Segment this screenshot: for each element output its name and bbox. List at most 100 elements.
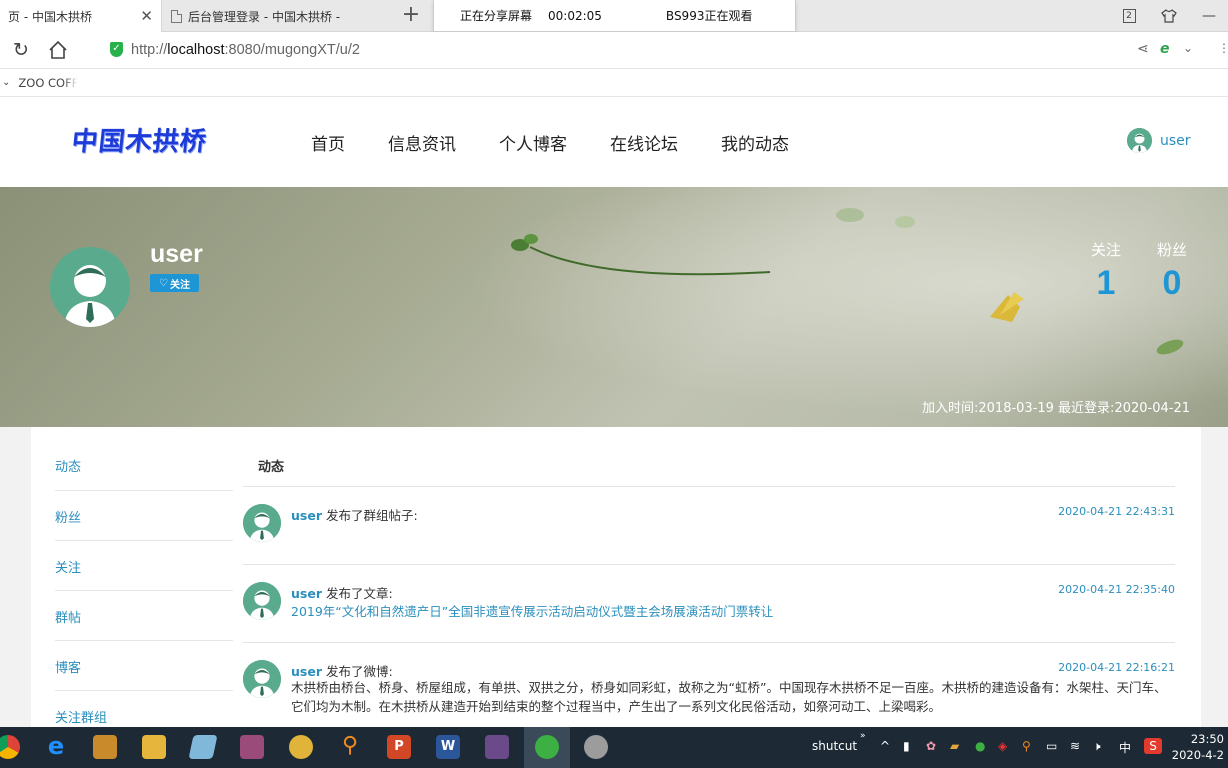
feed-item: user 发布了文章: 2020-04-21 22:35:40 2019年“文化… <box>243 565 1175 643</box>
menu-icon[interactable]: ⋮ <box>1218 41 1228 55</box>
join-info: 加入时间:2018-03-19 最近登录:2020-04-21 <box>922 401 1190 416</box>
chevron-down-icon[interactable]: ⌄ <box>2 77 10 88</box>
book-tray-icon[interactable]: ▰ <box>950 739 959 753</box>
user-app-icon[interactable] <box>584 735 608 759</box>
profile-banner: user ♡ 关注 关注 1 粉丝 0 加入时间:2018-03-19 最近登录… <box>0 187 1228 427</box>
feed-item-article-link[interactable]: 2019年“文化和自然遗产日”全国非遗宣传展示活动启动仪式暨主会场展演活动门票转… <box>291 601 773 620</box>
ime-indicator[interactable]: 中 <box>1119 739 1131 756</box>
feed-item-time: 2020-04-21 22:43:31 <box>1058 505 1175 518</box>
nav-news[interactable]: 信息资讯 <box>388 130 456 155</box>
notebook-icon[interactable] <box>188 735 218 759</box>
follow-button-label: 关注 <box>169 279 190 291</box>
sidebar-item-followed-groups[interactable]: 关注群组 <box>55 691 233 727</box>
site-logo[interactable]: 中国木拱桥 <box>70 121 209 158</box>
feed-item-action: 发布了群组帖子: <box>325 508 418 523</box>
url-host: localhost <box>167 42 225 58</box>
archive-icon[interactable] <box>240 735 264 759</box>
feed-title: 动态 <box>243 427 1175 487</box>
favorite-item[interactable]: ZOO COFF <box>18 76 78 90</box>
profile-sidebar: 动态 粉丝 关注 群帖 博客 关注群组 <box>55 427 233 727</box>
new-tab-plus-icon[interactable]: + <box>398 3 424 29</box>
expand-icon[interactable]: » <box>860 731 866 741</box>
feed-item-header: user 发布了群组帖子: <box>291 505 418 524</box>
volume-icon[interactable]: 🕨 <box>1093 739 1101 754</box>
nav-blog[interactable]: 个人博客 <box>499 130 567 155</box>
chrome-icon[interactable] <box>0 735 20 759</box>
avatar[interactable] <box>243 582 281 620</box>
book-icon[interactable] <box>93 735 117 759</box>
feed-item-user[interactable]: user <box>291 586 322 601</box>
sidebar-item-fans[interactable]: 粉丝 <box>55 491 233 541</box>
browser-tray-icon[interactable]: ● <box>975 739 985 753</box>
share-status: 正在分享屏幕 <box>460 9 533 23</box>
fans-count: 0 <box>1162 264 1182 302</box>
heart-icon: ♡ <box>159 277 168 289</box>
battery-icon[interactable]: ▭ <box>1046 739 1057 753</box>
follow-button[interactable]: ♡ 关注 <box>150 274 199 292</box>
ie-engine-icon[interactable]: e <box>1160 41 1170 57</box>
banner-decoration <box>511 208 1184 355</box>
tab-admin-login[interactable]: 后台管理登录 - 中国木拱桥 - <box>163 0 393 32</box>
wifi-icon[interactable]: ≋ <box>1070 739 1080 753</box>
refresh-icon[interactable]: ↻ <box>8 38 34 62</box>
flower-icon[interactable]: ✿ <box>926 739 936 753</box>
chevron-up-icon[interactable]: ^ <box>880 739 890 753</box>
nav-home[interactable]: 首页 <box>311 130 345 155</box>
shirt-icon[interactable] <box>1149 0 1189 32</box>
tab-title: 后台管理登录 - 中国木拱桥 - <box>188 9 341 24</box>
feed-item-user[interactable]: user <box>291 664 322 679</box>
avatar[interactable] <box>243 504 281 542</box>
taskbar-app-label[interactable]: shutcut <box>812 739 857 753</box>
profile-name: user <box>150 240 203 268</box>
clock-date: 2020-4-2 <box>1171 748 1224 762</box>
word-icon[interactable]: W <box>436 735 460 759</box>
following-stat[interactable]: 关注 1 <box>1091 239 1121 303</box>
browser-360-icon[interactable] <box>535 735 559 759</box>
feed-item-time: 2020-04-21 22:35:40 <box>1058 583 1175 596</box>
feed-item-user[interactable]: user <box>291 508 322 523</box>
feed-item-action: 发布了文章: <box>325 586 393 601</box>
fans-label: 粉丝 <box>1157 241 1188 259</box>
microphone-icon[interactable]: ▮ <box>903 739 910 753</box>
fans-stat[interactable]: 粉丝 0 <box>1157 239 1187 303</box>
paw-icon[interactable] <box>289 735 313 759</box>
search-tray-icon[interactable]: ⚲ <box>1022 739 1031 753</box>
avatar[interactable] <box>243 660 281 698</box>
chevron-down-icon[interactable]: ⌄ <box>1183 41 1193 55</box>
browser-tab-bar: 页 - 中国木拱桥 ✕ 后台管理登录 - 中国木拱桥 - + 正在分享屏幕 00… <box>0 0 1228 32</box>
tab-active[interactable]: 页 - 中国木拱桥 ✕ <box>0 0 162 32</box>
url-field[interactable]: http://localhost:8080/mugongXT/u/2 <box>131 42 360 58</box>
edge-icon[interactable]: e <box>44 734 68 759</box>
secure-shield-icon: ✓ <box>110 42 123 57</box>
url-rest: :8080/mugongXT/u/2 <box>224 42 360 58</box>
nav-activity[interactable]: 我的动态 <box>721 130 789 155</box>
share-icon[interactable]: ⋖ <box>1137 41 1149 57</box>
sidebar-item-following[interactable]: 关注 <box>55 541 233 591</box>
home-icon[interactable] <box>45 38 71 62</box>
ide-icon[interactable] <box>485 735 509 759</box>
user-menu[interactable]: user <box>1127 128 1191 153</box>
input-method-icon[interactable]: S <box>1144 738 1162 754</box>
search-icon[interactable]: ⚲ <box>338 735 362 759</box>
powerpoint-icon[interactable]: P <box>387 735 411 759</box>
feed-item-action: 发布了微博: <box>325 664 393 679</box>
folder-icon[interactable] <box>142 735 166 759</box>
feed-item: user 发布了群组帖子: 2020-04-21 22:43:31 <box>243 487 1175 565</box>
sidebar-item-activity[interactable]: 动态 <box>55 427 233 491</box>
system-clock[interactable]: 23:50 2020-4-2 <box>1172 731 1224 763</box>
nav-forum[interactable]: 在线论坛 <box>610 130 678 155</box>
following-count: 1 <box>1096 264 1116 302</box>
document-icon <box>171 9 182 23</box>
minimize-icon[interactable]: — <box>1189 0 1228 32</box>
favorites-bar: ⌄ ZOO COFF <box>0 69 1228 97</box>
site-header: 中国木拱桥 首页 信息资讯 个人博客 在线论坛 我的动态 user <box>0 97 1228 187</box>
address-bar: ↻ ✓ http://localhost:8080/mugongXT/u/2 ⋖… <box>0 32 1228 69</box>
taskbar: e ⚲ P W shutcut » ^ ▮ ✿ ▰ ● ◈ ⚲ ▭ ≋ 🕨 中 … <box>0 727 1228 768</box>
shield-tray-icon[interactable]: ◈ <box>998 739 1007 753</box>
share-viewer: BS993正在观看 <box>665 9 753 23</box>
sidebar-item-blogs[interactable]: 博客 <box>55 641 233 691</box>
feed-item-time: 2020-04-21 22:16:21 <box>1058 661 1175 674</box>
tab-count-button[interactable]: 2 <box>1109 0 1149 32</box>
tab-close-icon[interactable]: ✕ <box>140 7 153 25</box>
sidebar-item-group-posts[interactable]: 群帖 <box>55 591 233 641</box>
